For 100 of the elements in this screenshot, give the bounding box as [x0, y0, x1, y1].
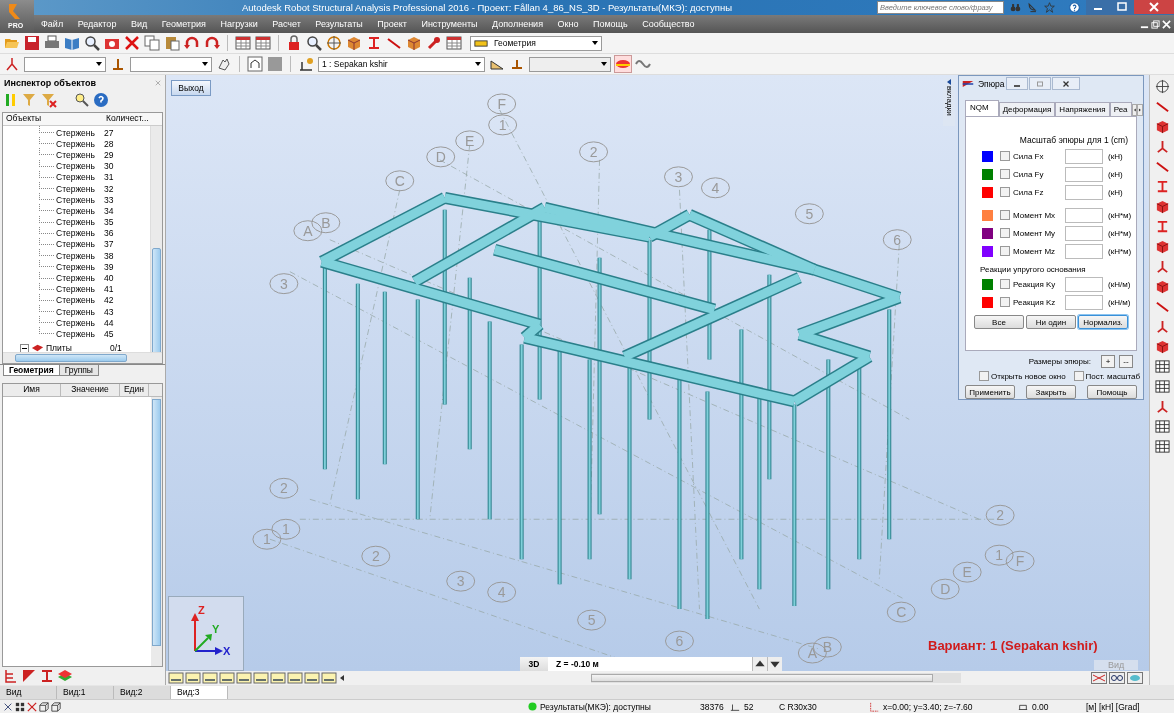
menu-item[interactable]: Геометрия — [158, 19, 209, 29]
size-button[interactable]: + — [1101, 355, 1115, 369]
menu-item[interactable]: Файл — [38, 19, 67, 29]
tree-item[interactable]: Стержень — [54, 127, 104, 138]
column-header[interactable]: Имя — [3, 384, 61, 396]
tree-item[interactable]: Стержень — [54, 261, 104, 272]
section-name: C R30x30 — [779, 701, 818, 712]
dialog-button[interactable]: Ни один — [1026, 315, 1076, 330]
tree-item[interactable]: Стержень — [54, 149, 104, 160]
panel-tab[interactable]: Геометрия — [3, 365, 60, 376]
dialog-button[interactable]: Применить — [965, 385, 1015, 399]
tree-item[interactable]: Стержень — [54, 138, 104, 149]
force-label: Момент My — [1013, 228, 1057, 238]
tree-item[interactable]: Стержень — [54, 284, 104, 295]
grid-axis-label: E — [952, 561, 982, 583]
tree-item[interactable]: Стержень — [54, 306, 104, 317]
panel-title: Инспектор объектов — [4, 77, 96, 88]
option-checkbox[interactable]: Пост. масштаб — [1073, 371, 1140, 382]
tree-item[interactable]: Плиты — [44, 343, 100, 354]
tabs-toggle[interactable]: вкладки — [943, 78, 955, 126]
column-header[interactable]: Един — [120, 384, 149, 396]
tree-item[interactable]: Стержень — [54, 172, 104, 183]
unit-label: (кН) — [1108, 187, 1123, 197]
grid-axis-label: F — [487, 93, 517, 115]
view-tab[interactable]: Вид — [0, 685, 57, 699]
grid-axis-label: 1 — [984, 544, 1014, 566]
unit-label: (кН/м) — [1108, 279, 1131, 289]
grid-axis-label: 4 — [487, 581, 517, 603]
unit-label: (кН*м) — [1108, 246, 1132, 256]
force-label: Момент Mz — [1013, 246, 1057, 256]
menu-item[interactable]: Расчет — [269, 19, 304, 29]
item-count: 32 — [104, 183, 114, 194]
view-mode-label: 3D — [520, 657, 548, 671]
load-case-caption: Вариант: 1 (Sepakan kshir) — [928, 638, 1098, 653]
tree-item[interactable]: Стержень — [54, 328, 104, 339]
unit-label: (кН*м) — [1108, 210, 1132, 220]
menu-item[interactable]: Окно — [554, 19, 582, 29]
tree-item[interactable]: Стержень — [54, 161, 104, 172]
force-label: Сила Fy — [1013, 169, 1045, 179]
dialog-tab[interactable]: Реа — [1109, 102, 1132, 117]
scale-label: Масштаб эпюры для 1 (cm) — [1019, 135, 1129, 146]
exit-button[interactable]: Выход — [171, 80, 211, 96]
item-count: 41 — [104, 284, 114, 295]
view-tab[interactable]: Вид:1 — [57, 685, 114, 699]
grid-axis-label: 1 — [488, 114, 518, 136]
tree-item[interactable]: Стержень — [54, 273, 104, 284]
option-checkbox[interactable]: Открыть новое окно — [979, 371, 1066, 382]
tree-item[interactable]: Стержень — [54, 239, 104, 250]
dialog-title: Эпюра — [978, 78, 1005, 89]
force-label: Сила Fx — [1013, 151, 1045, 161]
size-button[interactable]: -- — [1119, 355, 1133, 369]
dialog-button[interactable]: Помощь — [1087, 385, 1137, 399]
tree-item[interactable]: Стержень — [54, 194, 104, 205]
tree-item[interactable]: Стержень — [54, 228, 104, 239]
menu-item[interactable]: Инструменты — [418, 19, 481, 29]
dialog-button[interactable]: Все — [974, 315, 1024, 330]
dialog-button[interactable]: Нормализ. — [1078, 315, 1128, 330]
menu-item[interactable]: Сообщество — [639, 19, 698, 29]
column-header[interactable]: Значение — [61, 384, 120, 396]
dialog-button[interactable]: Закрыть — [1026, 385, 1076, 399]
axis-label: Y — [212, 623, 220, 635]
menu-item[interactable]: Проект — [374, 19, 410, 29]
bar-count: 52 — [744, 701, 755, 712]
grid-axis-label: 2 — [579, 141, 609, 163]
tree-item[interactable]: Стержень — [54, 295, 104, 306]
menu-item[interactable]: Дополнения — [489, 19, 546, 29]
tree-item[interactable]: Стержень — [54, 183, 104, 194]
grid-axis-label: D — [930, 578, 960, 600]
column-header[interactable]: Количест... — [106, 113, 149, 125]
dialog-tab[interactable]: Напряжения — [1055, 102, 1110, 117]
dialog-tab[interactable]: Деформация — [998, 102, 1056, 117]
menu-item[interactable]: Помощь — [589, 19, 631, 29]
tree-item[interactable]: Стержень — [54, 317, 104, 328]
tree-item[interactable]: Стержень — [54, 205, 104, 216]
unit-label: (кН) — [1108, 151, 1123, 161]
tree-item[interactable]: Стержень — [54, 250, 104, 261]
grid-axis-label: 6 — [665, 630, 694, 652]
dialog-tab[interactable]: NQM — [965, 100, 999, 117]
column-header[interactable]: Объекты — [3, 113, 106, 125]
layer-dropdown[interactable]: Геометрия — [470, 35, 602, 51]
view-tab[interactable]: Вид:3 — [171, 685, 228, 699]
load-case-dropdown[interactable]: 1 : Sepakan kshir — [318, 56, 485, 72]
units-label: [м] [кН] [Grad] — [1086, 701, 1140, 712]
grid-axis-label: D — [426, 146, 456, 168]
item-count: 43 — [104, 306, 114, 317]
menu-item[interactable]: Редактор — [74, 19, 120, 29]
grid-axis-label: 3 — [664, 166, 693, 188]
force-label: Реакция Ky — [1013, 279, 1057, 289]
grid-axis-label: 1 — [271, 518, 301, 540]
grid-axis-label: 5 — [577, 609, 607, 631]
view-tab[interactable]: Вид:2 — [114, 685, 171, 699]
grid-axis-label: C — [385, 170, 415, 192]
menu-item[interactable]: Нагрузки — [217, 19, 261, 29]
unit-label: (кН/м) — [1108, 297, 1131, 307]
item-count: 40 — [104, 273, 114, 284]
menu-item[interactable]: Вид — [127, 19, 151, 29]
panel-tab[interactable]: Группы — [58, 365, 99, 376]
angle-value: 0.00 — [1032, 701, 1050, 712]
menu-item[interactable]: Результаты — [312, 19, 366, 29]
tree-item[interactable]: Стержень — [54, 217, 104, 228]
